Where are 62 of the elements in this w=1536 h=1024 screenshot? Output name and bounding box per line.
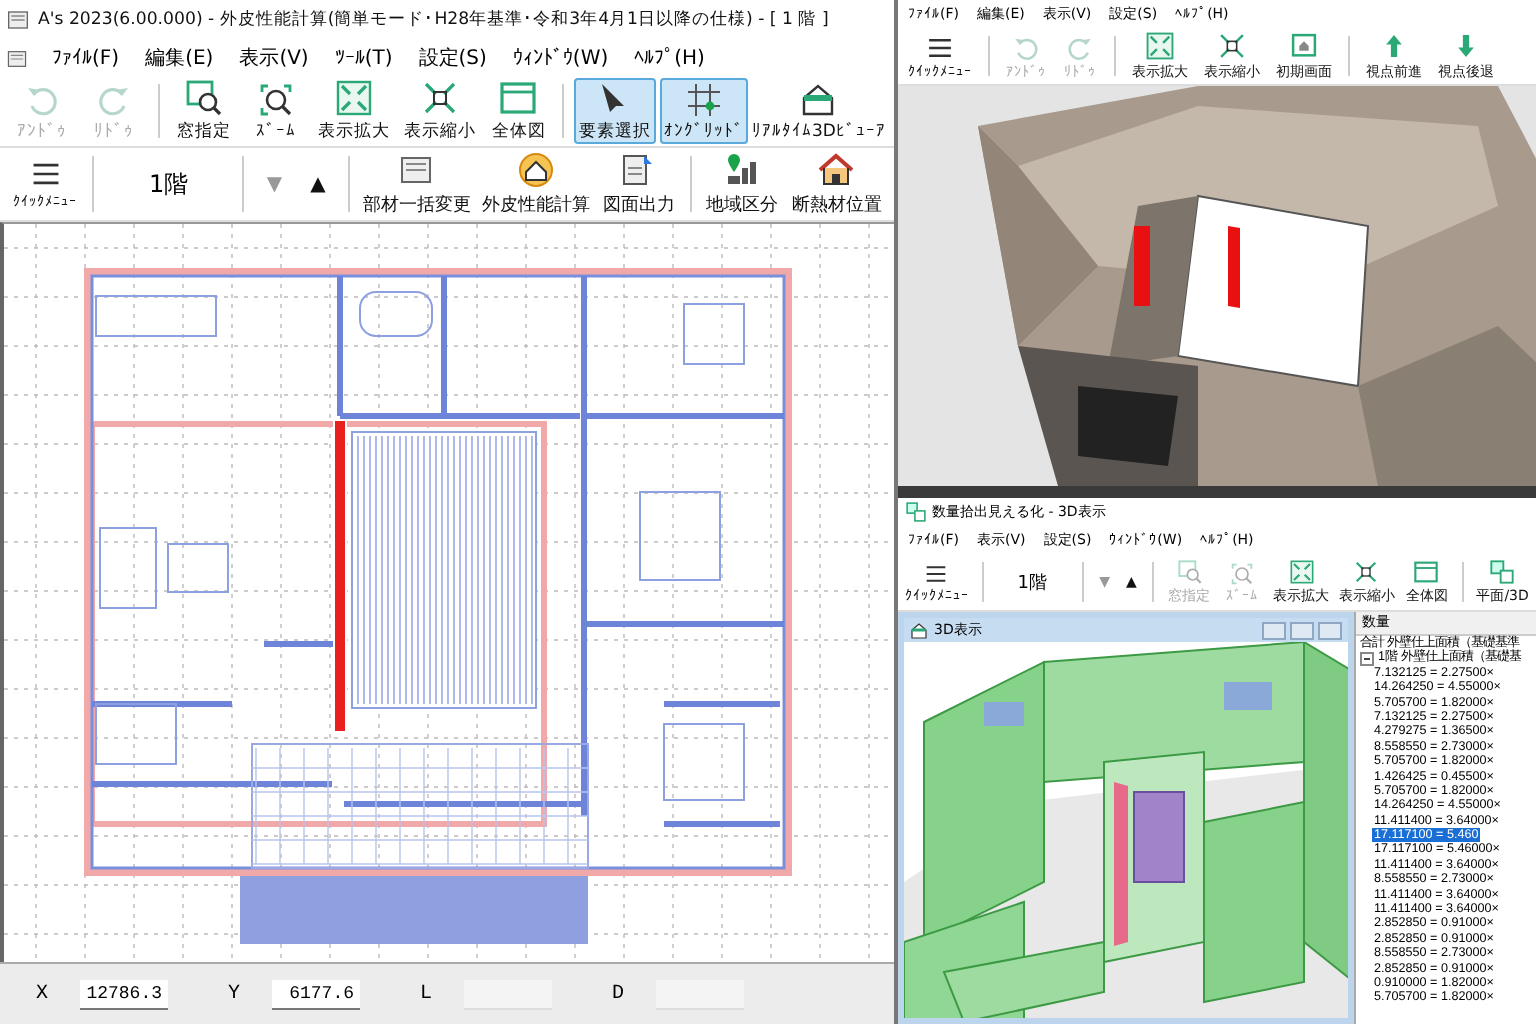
window-title: A's 2023(6.00.000) - 外皮性能計算(簡単モード･H28年基準･令和3年4月1日以降の仕様) - [ 1 階 ] — [38, 8, 829, 32]
toolbar-button[interactable]: 部材一括変更 — [359, 151, 475, 217]
shrink-icon — [1354, 559, 1379, 583]
menu-icon — [924, 561, 949, 585]
toolbar-button[interactable]: 全体図 — [484, 78, 553, 144]
map-pin-icon — [724, 151, 761, 187]
toolbar-button[interactable]: ﾘｱﾙﾀｲﾑ3Dﾋﾞｭｰｱ — [751, 78, 887, 144]
house-icon — [800, 81, 837, 117]
coordinate-field[interactable]: 12786.3 — [80, 979, 168, 1009]
toolbar-button[interactable]: 地域区分 — [701, 151, 784, 217]
document-icon — [620, 151, 657, 187]
shrink-icon — [421, 79, 458, 115]
close-button[interactable] — [1318, 621, 1342, 639]
overlapping-squares-icon — [1490, 559, 1515, 583]
toolbar-button[interactable]: 図面出力 — [597, 151, 680, 217]
status-label: Y — [225, 983, 242, 1005]
undo-icon — [1012, 33, 1040, 61]
magnifier-icon — [1177, 559, 1202, 583]
status-label: X — [33, 983, 50, 1005]
expander-icon[interactable] — [1360, 651, 1374, 666]
status-label: D — [609, 983, 626, 1005]
grid-icon — [685, 81, 722, 117]
menu-item[interactable]: ﾂｰﾙ(T) — [332, 46, 395, 70]
menu-item[interactable]: ﾌｧｲﾙ(F) — [50, 46, 122, 70]
toolbar-button[interactable]: 要素選択 — [574, 78, 656, 144]
house-icon — [518, 151, 555, 187]
menu-icon — [29, 158, 62, 190]
panels-icon — [6, 47, 28, 69]
menu-item[interactable]: ﾍﾙﾌﾟ(H) — [632, 46, 707, 70]
status-label: L — [417, 983, 434, 1005]
floor-label: 1階 — [147, 167, 191, 201]
floor-up-button[interactable]: ▲ — [298, 173, 338, 195]
menu-item[interactable]: 編集(E) — [143, 44, 216, 72]
expand-icon — [336, 79, 373, 115]
menu-item[interactable]: ｳｨﾝﾄﾞｳ(W) — [510, 46, 611, 70]
coordinate-field[interactable]: 6177.6 — [272, 979, 360, 1009]
menu-icon — [926, 33, 954, 61]
toolbar-button[interactable]: 窓指定 — [169, 78, 238, 144]
toolbar-button[interactable]: 表示縮小 — [399, 78, 481, 144]
panels-icon — [6, 8, 30, 32]
toolbar-button[interactable]: 表示拡大 — [313, 78, 396, 144]
maximize-button[interactable] — [1290, 621, 1314, 639]
panels-icon — [398, 151, 435, 187]
minimize-button[interactable] — [1262, 621, 1286, 639]
shrink-icon — [1218, 31, 1246, 59]
redo-icon — [1066, 33, 1094, 61]
magnifier-icon — [185, 79, 222, 115]
toolbar-button[interactable]: 外皮性能計算 — [478, 151, 594, 217]
screen-icon — [1290, 31, 1318, 59]
menu-item[interactable]: 設定(S) — [416, 44, 489, 72]
zoom-icon — [1230, 561, 1255, 585]
expand-icon — [1289, 559, 1313, 583]
window-icon — [500, 79, 537, 115]
menu-item[interactable]: 表示(V) — [237, 44, 311, 72]
window-icon — [1414, 559, 1439, 583]
house-icon — [818, 151, 855, 187]
floor-label: 1階 — [1015, 571, 1049, 595]
toolbar-button[interactable]: ｽﾞｰﾑ — [241, 78, 310, 144]
toolbar-button[interactable]: ｵﾝｸﾞﾘｯﾄﾞ — [659, 78, 748, 144]
expand-icon — [1146, 31, 1174, 59]
zoom-icon — [257, 81, 294, 117]
toolbar-button[interactable]: 断熱材位置 — [787, 151, 887, 217]
